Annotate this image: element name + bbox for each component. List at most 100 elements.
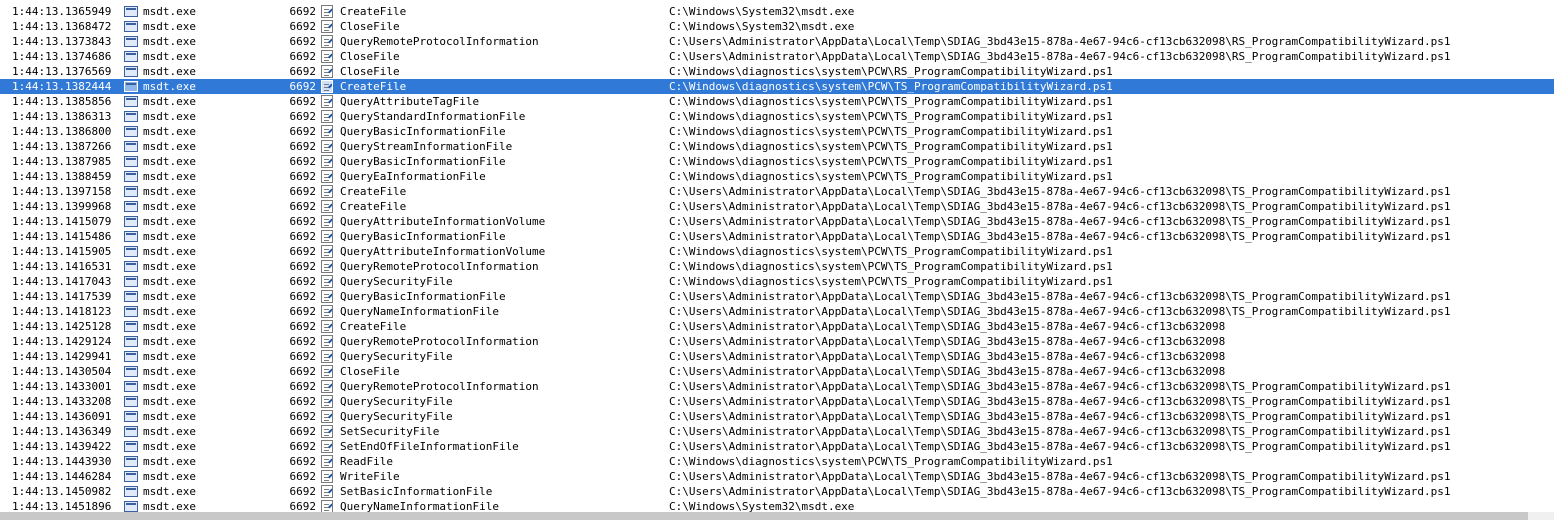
file-system-icon <box>321 485 333 498</box>
event-row[interactable]: 1:44:13.1397158 msdt.exe 6692 CreateFile C:\… <box>0 184 1554 199</box>
horizontal-scrollbar[interactable] <box>0 512 1554 520</box>
msdt-process-icon <box>124 471 138 482</box>
file-system-icon <box>321 395 333 408</box>
time-cell: 1:44:13.1429941 <box>12 350 112 363</box>
pid-cell: 6692 <box>289 305 317 318</box>
path-cell: C:\Windows\diagnostics\system\PCW\TS_Pro… <box>669 455 1113 468</box>
time-cell: 1:44:13.1443930 <box>12 455 112 468</box>
msdt-process-icon <box>124 246 138 257</box>
time-cell: 1:44:13.1416531 <box>12 260 112 273</box>
process-name-cell: msdt.exe <box>143 305 196 318</box>
operation-cell: QueryNameInformationFile <box>340 305 499 318</box>
event-row[interactable]: 1:44:13.1365949 msdt.exe 6692 CreateFile C:\… <box>0 4 1554 19</box>
path-cell: C:\Users\Administrator\AppData\Local\Tem… <box>669 485 1451 498</box>
event-row[interactable]: 1:44:13.1417539 msdt.exe 6692 QueryBasicInf… <box>0 289 1554 304</box>
path-cell: C:\Users\Administrator\AppData\Local\Tem… <box>669 305 1451 318</box>
pid-cell: 6692 <box>289 470 317 483</box>
path-cell: C:\Windows\diagnostics\system\PCW\TS_Pro… <box>669 245 1113 258</box>
path-cell: C:\Users\Administrator\AppData\Local\Tem… <box>669 50 1451 63</box>
path-cell: C:\Windows\diagnostics\system\PCW\TS_Pro… <box>669 260 1113 273</box>
scrollbar-thumb[interactable] <box>0 512 1528 520</box>
event-row[interactable]: 1:44:13.1386313 msdt.exe 6692 QueryStandard… <box>0 109 1554 124</box>
event-list[interactable]: 1:44:13.1365949 msdt.exe 6692 CreateFile C:\… <box>0 4 1554 514</box>
event-row[interactable]: 1:44:13.1368472 msdt.exe 6692 CloseFile C:\W… <box>0 19 1554 34</box>
msdt-process-icon <box>124 186 138 197</box>
time-cell: 1:44:13.1365949 <box>12 5 112 18</box>
process-name-cell: msdt.exe <box>143 350 196 363</box>
pid-cell: 6692 <box>289 20 317 33</box>
operation-cell: QueryRemoteProtocolInformation <box>340 380 539 393</box>
path-cell: C:\Windows\diagnostics\system\PCW\TS_Pro… <box>669 275 1113 288</box>
operation-cell: QuerySecurityFile <box>340 275 453 288</box>
process-name-cell: msdt.exe <box>143 125 196 138</box>
event-row[interactable]: 1:44:13.1433001 msdt.exe 6692 QueryRemotePr… <box>0 379 1554 394</box>
path-cell: C:\Windows\diagnostics\system\PCW\TS_Pro… <box>669 95 1113 108</box>
process-name-cell: msdt.exe <box>143 290 196 303</box>
event-row[interactable]: 1:44:13.1416531 msdt.exe 6692 QueryRemotePr… <box>0 259 1554 274</box>
event-row[interactable]: 1:44:13.1386800 msdt.exe 6692 QueryBasicInf… <box>0 124 1554 139</box>
event-row[interactable]: 1:44:13.1373843 msdt.exe 6692 QueryRemotePr… <box>0 34 1554 49</box>
file-system-icon <box>321 5 333 18</box>
process-name-cell: msdt.exe <box>143 440 196 453</box>
msdt-process-icon <box>124 96 138 107</box>
process-name-cell: msdt.exe <box>143 245 196 258</box>
msdt-process-icon <box>124 231 138 242</box>
time-cell: 1:44:13.1376569 <box>12 65 112 78</box>
event-row[interactable]: 1:44:13.1429124 msdt.exe 6692 QueryRemotePr… <box>0 334 1554 349</box>
msdt-process-icon <box>124 501 138 512</box>
time-cell: 1:44:13.1415905 <box>12 245 112 258</box>
pid-cell: 6692 <box>289 260 317 273</box>
operation-cell: CloseFile <box>340 50 400 63</box>
path-cell: C:\Users\Administrator\AppData\Local\Tem… <box>669 410 1451 423</box>
event-row[interactable]: 1:44:13.1439422 msdt.exe 6692 SetEndOfFileI… <box>0 439 1554 454</box>
event-row[interactable]: 1:44:13.1450982 msdt.exe 6692 SetBasicInfor… <box>0 484 1554 499</box>
time-cell: 1:44:13.1417043 <box>12 275 112 288</box>
event-row[interactable]: 1:44:13.1387266 msdt.exe 6692 QueryStreamIn… <box>0 139 1554 154</box>
selected-event-row[interactable]: 1:44:13.1382444 msdt.exe 6692 CreateFile C:\… <box>0 79 1554 94</box>
event-row[interactable]: 1:44:13.1415486 msdt.exe 6692 QueryBasicInf… <box>0 229 1554 244</box>
event-row[interactable]: 1:44:13.1433208 msdt.exe 6692 QuerySecurity… <box>0 394 1554 409</box>
path-cell: C:\Windows\diagnostics\system\PCW\TS_Pro… <box>669 125 1113 138</box>
event-row[interactable]: 1:44:13.1387985 msdt.exe 6692 QueryBasicInf… <box>0 154 1554 169</box>
event-row[interactable]: 1:44:13.1436349 msdt.exe 6692 SetSecurityFi… <box>0 424 1554 439</box>
event-row[interactable]: 1:44:13.1446284 msdt.exe 6692 WriteFile C:\U… <box>0 469 1554 484</box>
event-row[interactable]: 1:44:13.1385856 msdt.exe 6692 QueryAttribut… <box>0 94 1554 109</box>
event-row[interactable]: 1:44:13.1443930 msdt.exe 6692 ReadFile C:\Wi… <box>0 454 1554 469</box>
operation-cell: QueryRemoteProtocolInformation <box>340 335 539 348</box>
event-row[interactable]: 1:44:13.1417043 msdt.exe 6692 QuerySecurity… <box>0 274 1554 289</box>
event-row[interactable]: 1:44:13.1429941 msdt.exe 6692 QuerySecurity… <box>0 349 1554 364</box>
path-cell: C:\Windows\diagnostics\system\PCW\TS_Pro… <box>669 80 1113 93</box>
pid-cell: 6692 <box>289 275 317 288</box>
event-row[interactable]: 1:44:13.1430504 msdt.exe 6692 CloseFile C:\U… <box>0 364 1554 379</box>
time-cell: 1:44:13.1373843 <box>12 35 112 48</box>
event-row[interactable]: 1:44:13.1418123 msdt.exe 6692 QueryNameInfo… <box>0 304 1554 319</box>
time-cell: 1:44:13.1387985 <box>12 155 112 168</box>
msdt-process-icon <box>124 276 138 287</box>
file-system-icon <box>321 440 333 453</box>
pid-cell: 6692 <box>289 170 317 183</box>
event-row[interactable]: 1:44:13.1436091 msdt.exe 6692 QuerySecurity… <box>0 409 1554 424</box>
event-row[interactable]: 1:44:13.1415905 msdt.exe 6692 QueryAttribut… <box>0 244 1554 259</box>
process-name-cell: msdt.exe <box>143 185 196 198</box>
path-cell: C:\Windows\diagnostics\system\PCW\TS_Pro… <box>669 140 1113 153</box>
event-row[interactable]: 1:44:13.1388459 msdt.exe 6692 QueryEaInform… <box>0 169 1554 184</box>
event-row[interactable]: 1:44:13.1374686 msdt.exe 6692 CloseFile C:\U… <box>0 49 1554 64</box>
event-row[interactable]: 1:44:13.1376569 msdt.exe 6692 CloseFile C:\W… <box>0 64 1554 79</box>
msdt-process-icon <box>124 216 138 227</box>
process-name-cell: msdt.exe <box>143 5 196 18</box>
path-cell: C:\Windows\System32\msdt.exe <box>669 20 855 33</box>
event-row[interactable]: 1:44:13.1415079 msdt.exe 6692 QueryAttribut… <box>0 214 1554 229</box>
time-cell: 1:44:13.1374686 <box>12 50 112 63</box>
path-cell: C:\Users\Administrator\AppData\Local\Tem… <box>669 230 1451 243</box>
pid-cell: 6692 <box>289 395 317 408</box>
event-row[interactable]: 1:44:13.1399968 msdt.exe 6692 CreateFile C:\… <box>0 199 1554 214</box>
operation-cell: QueryRemoteProtocolInformation <box>340 35 539 48</box>
operation-cell: CloseFile <box>340 20 400 33</box>
file-system-icon <box>321 80 333 93</box>
operation-cell: QueryBasicInformationFile <box>340 125 506 138</box>
pid-cell: 6692 <box>289 215 317 228</box>
process-name-cell: msdt.exe <box>143 140 196 153</box>
path-cell: C:\Users\Administrator\AppData\Local\Tem… <box>669 380 1451 393</box>
time-cell: 1:44:13.1397158 <box>12 185 112 198</box>
event-row[interactable]: 1:44:13.1425128 msdt.exe 6692 CreateFile C:\… <box>0 319 1554 334</box>
